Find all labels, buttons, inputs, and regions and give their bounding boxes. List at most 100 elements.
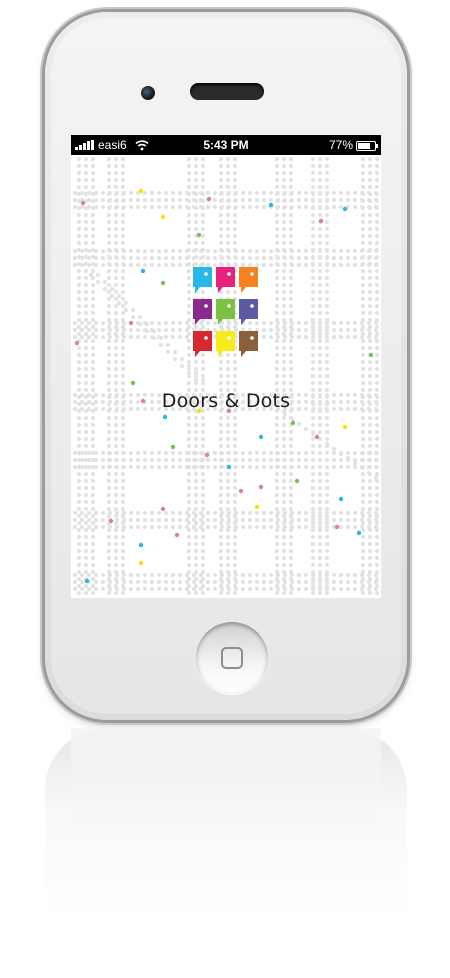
background-dot (247, 586, 253, 592)
background-dot (218, 548, 224, 554)
background-dot (345, 450, 351, 456)
background-dot (83, 485, 89, 491)
background-dot (367, 212, 373, 218)
background-dot (90, 212, 96, 218)
background-dot (226, 457, 232, 463)
background-dot (108, 518, 114, 524)
background-dot (193, 156, 199, 162)
background-dot (374, 345, 380, 351)
background-dot (72, 255, 78, 261)
background-dot (225, 485, 231, 491)
background-dot (79, 510, 85, 516)
background-dot (360, 289, 366, 295)
background-dot (128, 327, 134, 333)
background-dot (226, 586, 232, 592)
background-dot (367, 268, 373, 274)
background-dot (90, 310, 96, 316)
background-dot (193, 415, 199, 421)
background-dot (186, 163, 192, 169)
background-dot (274, 471, 280, 477)
background-dot (142, 572, 148, 578)
background-dot (218, 562, 224, 568)
background-dot (186, 359, 192, 365)
background-dot (345, 334, 351, 340)
background-dot (120, 163, 126, 169)
home-button[interactable] (196, 622, 268, 694)
background-dot (318, 218, 324, 224)
background-dot (90, 429, 96, 435)
background-dot (310, 177, 316, 183)
background-dot (170, 334, 176, 340)
background-dot (93, 197, 99, 203)
background-dot (218, 156, 224, 162)
background-dot (226, 190, 232, 196)
background-dot (296, 327, 302, 333)
background-dot (317, 240, 323, 246)
background-dot (338, 510, 344, 516)
background-dot (205, 586, 211, 592)
background-dot (324, 320, 330, 326)
background-dot (100, 579, 106, 585)
background-dot (338, 327, 344, 333)
background-dot (186, 485, 192, 491)
background-dot (156, 190, 162, 196)
background-dot (107, 510, 113, 516)
background-dot (186, 240, 192, 246)
background-dot (90, 359, 96, 365)
background-dot (90, 485, 96, 491)
background-dot (135, 464, 141, 470)
background-dot (198, 586, 204, 592)
background-dot (233, 450, 239, 456)
background-dot (310, 275, 316, 281)
background-dot (324, 524, 330, 530)
background-dot (76, 569, 82, 575)
background-dot (218, 219, 224, 225)
background-dot (359, 579, 365, 585)
background-dot (282, 327, 288, 333)
background-dot (114, 586, 120, 592)
door-tile-icon (193, 299, 212, 325)
background-dot (296, 262, 302, 268)
background-dot (121, 579, 127, 585)
background-dot (100, 510, 106, 516)
background-dot (317, 320, 323, 326)
background-dot (106, 177, 112, 183)
background-dot (281, 233, 287, 239)
background-dot (360, 422, 366, 428)
background-dot (226, 517, 232, 523)
background-dot (232, 590, 238, 596)
background-dot (200, 555, 206, 561)
background-dot (366, 262, 372, 268)
background-dot (366, 327, 372, 333)
background-dot (275, 190, 281, 196)
background-dot (177, 204, 183, 210)
background-dot (281, 184, 287, 190)
background-dot (232, 555, 238, 561)
background-dot (288, 485, 294, 491)
background-dot (106, 380, 112, 386)
background-dot (142, 457, 148, 463)
background-dot (76, 541, 82, 547)
background-dot (288, 541, 294, 547)
background-dot (274, 555, 280, 561)
background-dot (359, 510, 365, 516)
background-dot (240, 524, 246, 530)
background-dot (218, 212, 224, 218)
background-dot (138, 560, 144, 566)
background-dot (163, 204, 169, 210)
background-dot (360, 359, 366, 365)
background-dot (367, 562, 373, 568)
background-dot (72, 197, 78, 203)
background-dot (90, 317, 96, 323)
background-dot (76, 492, 82, 498)
background-dot (261, 334, 267, 340)
background-dot (100, 262, 106, 268)
background-dot (281, 541, 287, 547)
background-dot (324, 240, 330, 246)
background-dot (179, 356, 185, 362)
background-dot (120, 373, 126, 379)
background-dot (177, 262, 183, 268)
background-dot (114, 262, 120, 268)
background-dot (160, 214, 166, 220)
background-dot (107, 204, 113, 210)
